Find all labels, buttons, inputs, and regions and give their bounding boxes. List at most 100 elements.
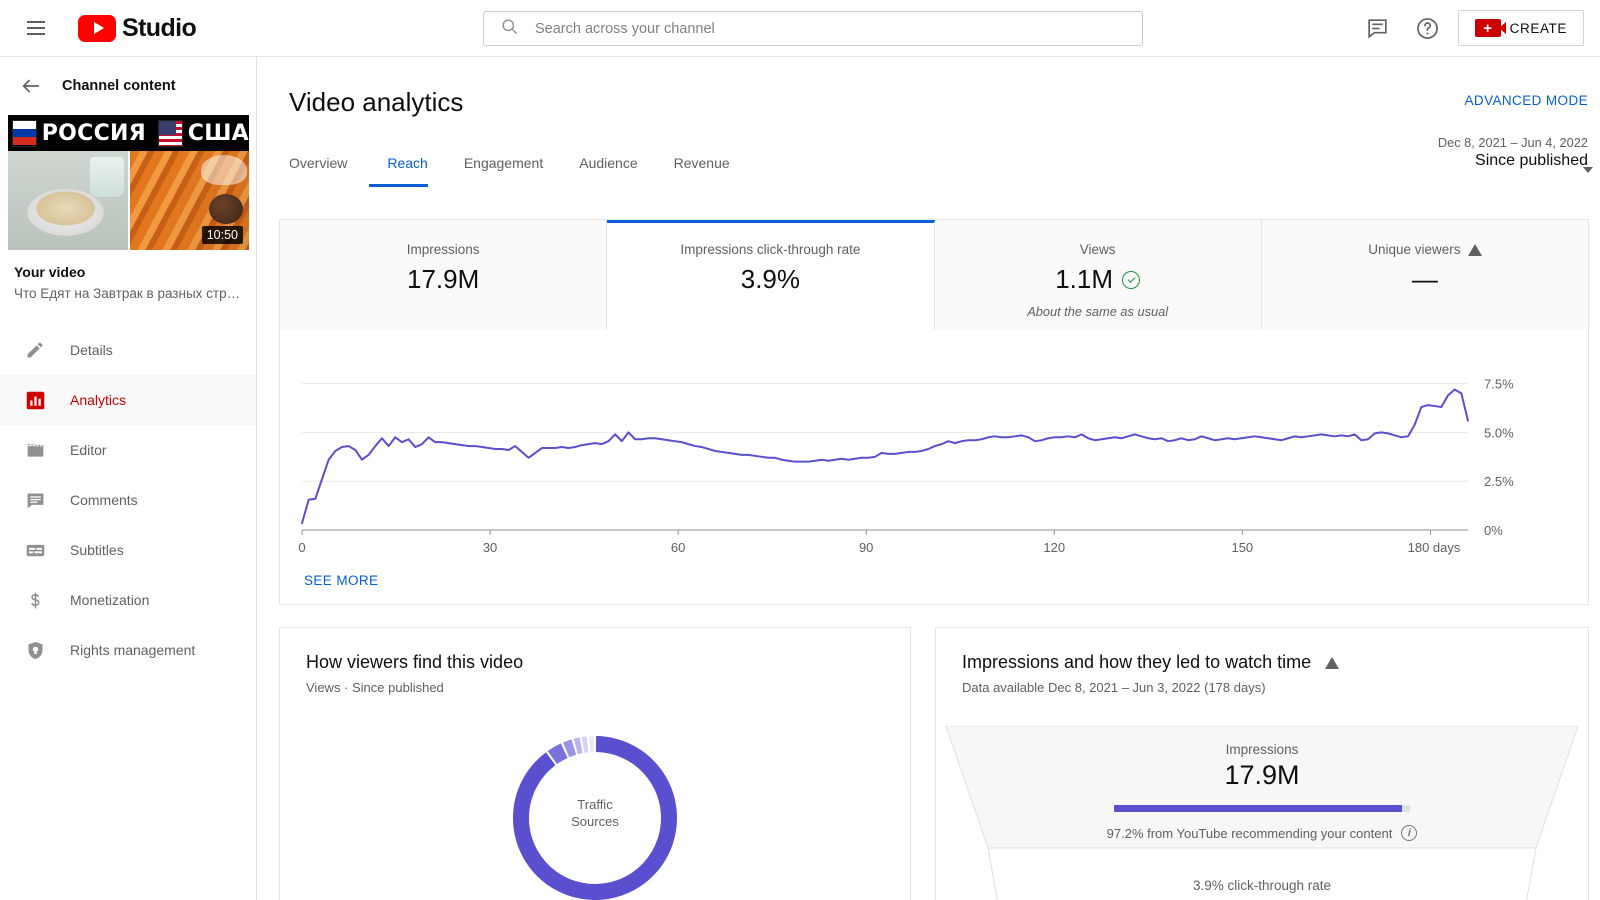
warning-triangle-icon bbox=[1325, 656, 1340, 669]
video-duration: 10:50 bbox=[201, 226, 243, 244]
shield-icon bbox=[22, 640, 48, 661]
sidebar-item-rights-management[interactable]: Rights management bbox=[0, 625, 256, 675]
sidebar-menu: Details Analytics Editor Comments Subtit… bbox=[0, 325, 256, 675]
sidebar-item-label: Editor bbox=[70, 442, 107, 458]
donut-chart[interactable]: Traffic Sources bbox=[280, 728, 910, 900]
date-range-selector[interactable]: Dec 8, 2021 – Jun 4, 2022 Since publishe… bbox=[1437, 135, 1593, 173]
card-subtitle: Views · Since published bbox=[306, 680, 444, 695]
svg-text:180 days: 180 days bbox=[1408, 540, 1461, 555]
card-subtitle: Data available Dec 8, 2021 – Jun 3, 2022… bbox=[962, 680, 1266, 695]
top-right-actions: + CREATE bbox=[1358, 8, 1584, 48]
metric-label: Unique viewers bbox=[1368, 242, 1461, 257]
russia-flag-icon bbox=[12, 119, 37, 147]
check-circle-icon bbox=[1122, 270, 1141, 289]
metric-value: 17.9M bbox=[406, 264, 480, 294]
svg-text:0: 0 bbox=[298, 540, 305, 555]
tab-revenue[interactable]: Revenue bbox=[656, 155, 748, 187]
sidebar-item-editor[interactable]: Editor bbox=[0, 425, 256, 475]
metric-impressions[interactable]: Impressions 17.9M bbox=[280, 220, 608, 330]
sidebar-item-analytics[interactable]: Analytics bbox=[0, 375, 256, 425]
back-arrow-icon[interactable] bbox=[14, 69, 48, 103]
date-range-dates: Dec 8, 2021 – Jun 4, 2022 bbox=[1437, 135, 1588, 150]
video-title: Что Едят на Завтрак в разных стр… bbox=[14, 286, 241, 301]
bar-chart-icon bbox=[22, 390, 48, 411]
thumbnail-left-image bbox=[8, 151, 128, 250]
sidebar-item-monetization[interactable]: Monetization bbox=[0, 575, 256, 625]
comment-icon bbox=[22, 490, 48, 511]
metric-unique-viewers[interactable]: Unique viewers — bbox=[1261, 220, 1588, 330]
line-chart[interactable]: 0% 2.5% 5.0% 7.5% 0 30 60 90 120 150 180 days bbox=[280, 330, 1588, 606]
video-camera-icon: + bbox=[1474, 19, 1506, 37]
create-button-label: CREATE bbox=[1509, 20, 1567, 36]
metric-label: Impressions click-through rate bbox=[680, 242, 861, 257]
metric-label: Impressions bbox=[406, 242, 480, 257]
see-more-link[interactable]: SEE MORE bbox=[304, 573, 378, 588]
svg-text:0%: 0% bbox=[1484, 523, 1503, 538]
tab-engagement[interactable]: Engagement bbox=[446, 155, 561, 187]
funnel-stage-label: Impressions bbox=[1225, 742, 1299, 757]
funnel-stage-impressions: Impressions 17.9M 97.2% from YouTube rec… bbox=[936, 726, 1588, 848]
card-title: How viewers find this video bbox=[306, 652, 524, 672]
metric-value: — bbox=[1411, 264, 1438, 294]
studio-logo[interactable]: Studio bbox=[78, 13, 197, 43]
metric-views[interactable]: Views 1.1M About the same as usual bbox=[934, 220, 1262, 330]
info-icon[interactable]: i bbox=[1401, 825, 1418, 841]
metric-value: 3.9% bbox=[740, 264, 800, 294]
funnel-note-row: 97.2% from YouTube recommending your con… bbox=[1107, 825, 1418, 841]
metric-label: Views bbox=[1079, 242, 1116, 257]
advanced-mode-link[interactable]: ADVANCED MODE bbox=[1465, 93, 1588, 108]
svg-text:30: 30 bbox=[483, 540, 497, 555]
hamburger-icon[interactable] bbox=[16, 8, 56, 48]
date-range-label: Since published bbox=[1475, 152, 1588, 169]
card-title-row: Impressions and how they led to watch ti… bbox=[962, 652, 1588, 673]
metric-label-row: Unique viewers bbox=[1368, 242, 1482, 257]
funnel-note: 97.2% from YouTube recommending your con… bbox=[1106, 825, 1393, 841]
tab-reach[interactable]: Reach bbox=[369, 155, 445, 187]
your-video-label: Your video bbox=[14, 264, 86, 280]
svg-text:7.5%: 7.5% bbox=[1484, 377, 1514, 392]
feedback-icon[interactable] bbox=[1358, 8, 1398, 48]
sidebar-header: Channel content bbox=[0, 57, 256, 115]
funnel-progress-bar bbox=[1114, 805, 1410, 812]
top-bar: Studio + CREATE bbox=[0, 0, 1600, 57]
donut-center-line2: Sources bbox=[571, 814, 619, 829]
logo-label: Studio bbox=[122, 13, 197, 42]
sidebar-item-label: Comments bbox=[70, 492, 138, 508]
metrics-chart-card: Impressions 17.9M Impressions click-thro… bbox=[279, 219, 1589, 605]
tab-audience[interactable]: Audience bbox=[561, 155, 655, 187]
tab-overview[interactable]: Overview bbox=[289, 155, 369, 187]
funnel-stage-ctr: 3.9% click-through rate bbox=[1192, 878, 1332, 893]
help-icon[interactable] bbox=[1408, 8, 1448, 48]
metrics-row: Impressions 17.9M Impressions click-thro… bbox=[280, 220, 1588, 330]
svg-text:150: 150 bbox=[1231, 540, 1253, 555]
donut-center-line1: Traffic bbox=[577, 797, 613, 812]
sidebar-item-comments[interactable]: Comments bbox=[0, 475, 256, 525]
sidebar-item-label: Rights management bbox=[70, 642, 196, 658]
sidebar-item-subtitles[interactable]: Subtitles bbox=[0, 525, 256, 575]
chevron-down-icon[interactable] bbox=[1583, 167, 1593, 173]
pencil-icon bbox=[22, 340, 48, 360]
create-button[interactable]: + CREATE bbox=[1457, 10, 1584, 46]
impressions-funnel-card: Impressions and how they led to watch ti… bbox=[935, 627, 1589, 900]
clapperboard-icon bbox=[22, 440, 48, 461]
svg-text:5.0%: 5.0% bbox=[1484, 425, 1514, 440]
page-title: Video analytics bbox=[289, 87, 464, 117]
usa-flag-icon bbox=[158, 119, 183, 147]
sidebar-item-label: Monetization bbox=[70, 592, 150, 608]
svg-text:2.5%: 2.5% bbox=[1484, 474, 1514, 489]
search-input[interactable] bbox=[535, 20, 1142, 37]
metric-impressions-ctr[interactable]: Impressions click-through rate 3.9% bbox=[607, 220, 935, 330]
funnel-visual: Impressions 17.9M 97.2% from YouTube rec… bbox=[936, 726, 1588, 900]
video-thumbnail[interactable]: РОССИЯ США 10:50 bbox=[8, 115, 249, 250]
donut-center-label: Traffic Sources bbox=[280, 796, 910, 830]
sidebar-item-label: Details bbox=[70, 342, 113, 358]
metric-subtext: About the same as usual bbox=[1027, 304, 1169, 319]
sidebar-item-details[interactable]: Details bbox=[0, 325, 256, 375]
funnel-stage-value: 17.9M bbox=[1224, 760, 1300, 790]
search-bar[interactable] bbox=[483, 11, 1143, 46]
main-content: Video analytics ADVANCED MODE Dec 8, 202… bbox=[257, 57, 1600, 900]
card-title: Impressions and how they led to watch ti… bbox=[962, 652, 1312, 672]
search-icon bbox=[500, 17, 519, 41]
subtitles-icon bbox=[22, 540, 48, 561]
sidebar-item-label: Subtitles bbox=[70, 542, 124, 558]
